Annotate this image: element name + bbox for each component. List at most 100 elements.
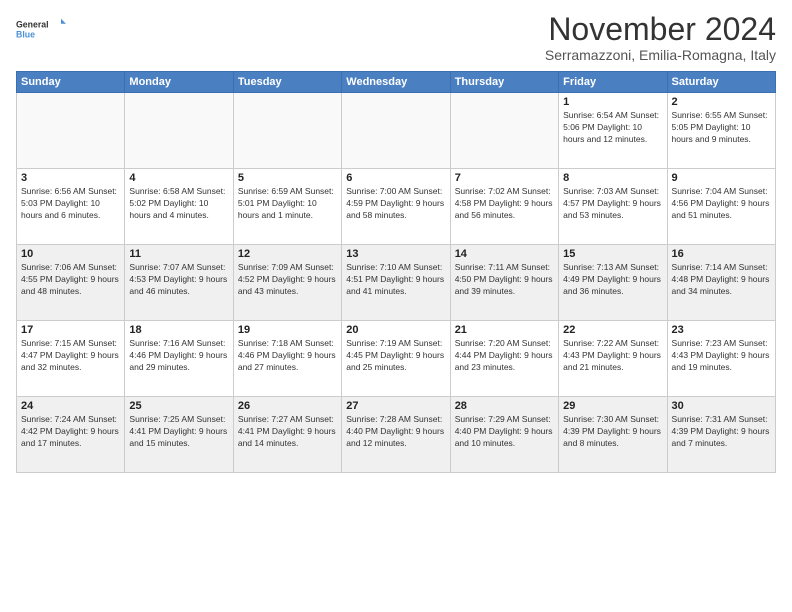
- day-info: Sunrise: 7:02 AM Sunset: 4:58 PM Dayligh…: [455, 186, 554, 222]
- calendar-cell: 16 Sunrise: 7:14 AM Sunset: 4:48 PM Dayli…: [667, 245, 775, 321]
- day-number: 17: [21, 324, 120, 336]
- day-info: Sunrise: 7:25 AM Sunset: 4:41 PM Dayligh…: [129, 414, 228, 450]
- day-info: Sunrise: 7:10 AM Sunset: 4:51 PM Dayligh…: [346, 262, 445, 298]
- calendar-cell: 10 Sunrise: 7:06 AM Sunset: 4:55 PM Dayli…: [17, 245, 125, 321]
- day-number: 23: [672, 324, 771, 336]
- calendar-cell: 22 Sunrise: 7:22 AM Sunset: 4:43 PM Dayli…: [559, 321, 667, 397]
- calendar-cell: 3 Sunrise: 6:56 AM Sunset: 5:03 PM Daylig…: [17, 169, 125, 245]
- day-info: Sunrise: 7:30 AM Sunset: 4:39 PM Dayligh…: [563, 414, 662, 450]
- day-info: Sunrise: 7:13 AM Sunset: 4:49 PM Dayligh…: [563, 262, 662, 298]
- day-info: Sunrise: 7:28 AM Sunset: 4:40 PM Dayligh…: [346, 414, 445, 450]
- day-info: Sunrise: 7:06 AM Sunset: 4:55 PM Dayligh…: [21, 262, 120, 298]
- day-info: Sunrise: 6:59 AM Sunset: 5:01 PM Dayligh…: [238, 186, 337, 222]
- day-header-saturday: Saturday: [667, 72, 775, 93]
- calendar-cell: [342, 93, 450, 169]
- calendar-cell: 1 Sunrise: 6:54 AM Sunset: 5:06 PM Daylig…: [559, 93, 667, 169]
- day-info: Sunrise: 7:18 AM Sunset: 4:46 PM Dayligh…: [238, 338, 337, 374]
- day-info: Sunrise: 7:04 AM Sunset: 4:56 PM Dayligh…: [672, 186, 771, 222]
- day-info: Sunrise: 7:22 AM Sunset: 4:43 PM Dayligh…: [563, 338, 662, 374]
- day-info: Sunrise: 7:24 AM Sunset: 4:42 PM Dayligh…: [21, 414, 120, 450]
- title-block: November 2024 Serramazzoni, Emilia-Romag…: [545, 12, 776, 63]
- day-number: 28: [455, 400, 554, 412]
- day-number: 16: [672, 248, 771, 260]
- calendar-cell: 23 Sunrise: 7:23 AM Sunset: 4:43 PM Dayli…: [667, 321, 775, 397]
- day-info: Sunrise: 7:16 AM Sunset: 4:46 PM Dayligh…: [129, 338, 228, 374]
- day-number: 24: [21, 400, 120, 412]
- day-info: Sunrise: 7:09 AM Sunset: 4:52 PM Dayligh…: [238, 262, 337, 298]
- day-info: Sunrise: 7:11 AM Sunset: 4:50 PM Dayligh…: [455, 262, 554, 298]
- day-info: Sunrise: 7:27 AM Sunset: 4:41 PM Dayligh…: [238, 414, 337, 450]
- calendar-cell: 20 Sunrise: 7:19 AM Sunset: 4:45 PM Dayli…: [342, 321, 450, 397]
- day-header-friday: Friday: [559, 72, 667, 93]
- day-number: 29: [563, 400, 662, 412]
- calendar-cell: [17, 93, 125, 169]
- calendar-cell: 28 Sunrise: 7:29 AM Sunset: 4:40 PM Dayli…: [450, 397, 558, 473]
- day-number: 26: [238, 400, 337, 412]
- day-info: Sunrise: 7:03 AM Sunset: 4:57 PM Dayligh…: [563, 186, 662, 222]
- calendar-cell: 4 Sunrise: 6:58 AM Sunset: 5:02 PM Daylig…: [125, 169, 233, 245]
- calendar-cell: [233, 93, 341, 169]
- day-number: 8: [563, 172, 662, 184]
- day-number: 10: [21, 248, 120, 260]
- day-number: 19: [238, 324, 337, 336]
- calendar-cell: 12 Sunrise: 7:09 AM Sunset: 4:52 PM Dayli…: [233, 245, 341, 321]
- day-number: 6: [346, 172, 445, 184]
- calendar-cell: 30Sunrise: 7:31 AM Sunset: 4:39 PM Dayli…: [667, 397, 775, 473]
- day-number: 11: [129, 248, 228, 260]
- logo: General Blue: [16, 12, 66, 48]
- day-info: Sunrise: 6:58 AM Sunset: 5:02 PM Dayligh…: [129, 186, 228, 222]
- calendar-cell: 27 Sunrise: 7:28 AM Sunset: 4:40 PM Dayli…: [342, 397, 450, 473]
- day-number: 7: [455, 172, 554, 184]
- day-info: Sunrise: 7:19 AM Sunset: 4:45 PM Dayligh…: [346, 338, 445, 374]
- day-info: Sunrise: 7:20 AM Sunset: 4:44 PM Dayligh…: [455, 338, 554, 374]
- calendar-cell: 21 Sunrise: 7:20 AM Sunset: 4:44 PM Dayli…: [450, 321, 558, 397]
- svg-text:Blue: Blue: [16, 30, 35, 40]
- calendar-table: SundayMondayTuesdayWednesdayThursdayFrid…: [16, 71, 776, 473]
- day-number: 3: [21, 172, 120, 184]
- svg-text:General: General: [16, 20, 49, 30]
- day-header-tuesday: Tuesday: [233, 72, 341, 93]
- day-info: Sunrise: 7:00 AM Sunset: 4:59 PM Dayligh…: [346, 186, 445, 222]
- day-info: Sunrise: 7:14 AM Sunset: 4:48 PM Dayligh…: [672, 262, 771, 298]
- calendar-cell: 11 Sunrise: 7:07 AM Sunset: 4:53 PM Dayli…: [125, 245, 233, 321]
- day-info: Sunrise: 7:07 AM Sunset: 4:53 PM Dayligh…: [129, 262, 228, 298]
- day-info: Sunrise: 6:54 AM Sunset: 5:06 PM Dayligh…: [563, 110, 662, 146]
- day-number: 1: [563, 96, 662, 108]
- calendar-cell: 6 Sunrise: 7:00 AM Sunset: 4:59 PM Daylig…: [342, 169, 450, 245]
- day-number: 2: [672, 96, 771, 108]
- day-number: 18: [129, 324, 228, 336]
- day-info: Sunrise: 7:15 AM Sunset: 4:47 PM Dayligh…: [21, 338, 120, 374]
- day-number: 12: [238, 248, 337, 260]
- day-header-wednesday: Wednesday: [342, 72, 450, 93]
- calendar-cell: 5 Sunrise: 6:59 AM Sunset: 5:01 PM Daylig…: [233, 169, 341, 245]
- calendar-cell: 24 Sunrise: 7:24 AM Sunset: 4:42 PM Dayli…: [17, 397, 125, 473]
- calendar-cell: 14 Sunrise: 7:11 AM Sunset: 4:50 PM Dayli…: [450, 245, 558, 321]
- calendar-cell: 7 Sunrise: 7:02 AM Sunset: 4:58 PM Daylig…: [450, 169, 558, 245]
- day-number: 20: [346, 324, 445, 336]
- day-info: Sunrise: 6:55 AM Sunset: 5:05 PM Dayligh…: [672, 110, 771, 146]
- day-number: 5: [238, 172, 337, 184]
- day-number: 4: [129, 172, 228, 184]
- calendar-cell: 15 Sunrise: 7:13 AM Sunset: 4:49 PM Dayli…: [559, 245, 667, 321]
- day-number: 27: [346, 400, 445, 412]
- day-info: Sunrise: 7:23 AM Sunset: 4:43 PM Dayligh…: [672, 338, 771, 374]
- day-number: 15: [563, 248, 662, 260]
- day-header-monday: Monday: [125, 72, 233, 93]
- calendar-cell: 19 Sunrise: 7:18 AM Sunset: 4:46 PM Dayli…: [233, 321, 341, 397]
- calendar-cell: 9 Sunrise: 7:04 AM Sunset: 4:56 PM Daylig…: [667, 169, 775, 245]
- day-number: 22: [563, 324, 662, 336]
- day-number: 9: [672, 172, 771, 184]
- day-number: 13: [346, 248, 445, 260]
- day-info: Sunrise: 6:56 AM Sunset: 5:03 PM Dayligh…: [21, 186, 120, 222]
- day-header-thursday: Thursday: [450, 72, 558, 93]
- calendar-cell: 17 Sunrise: 7:15 AM Sunset: 4:47 PM Dayli…: [17, 321, 125, 397]
- day-number: 14: [455, 248, 554, 260]
- calendar-cell: 8 Sunrise: 7:03 AM Sunset: 4:57 PM Daylig…: [559, 169, 667, 245]
- day-info: Sunrise: 7:29 AM Sunset: 4:40 PM Dayligh…: [455, 414, 554, 450]
- month-title: November 2024: [545, 12, 776, 47]
- day-number: 21: [455, 324, 554, 336]
- calendar-cell: [125, 93, 233, 169]
- day-number: 25: [129, 400, 228, 412]
- day-number: 30: [672, 400, 771, 412]
- calendar-cell: 25 Sunrise: 7:25 AM Sunset: 4:41 PM Dayli…: [125, 397, 233, 473]
